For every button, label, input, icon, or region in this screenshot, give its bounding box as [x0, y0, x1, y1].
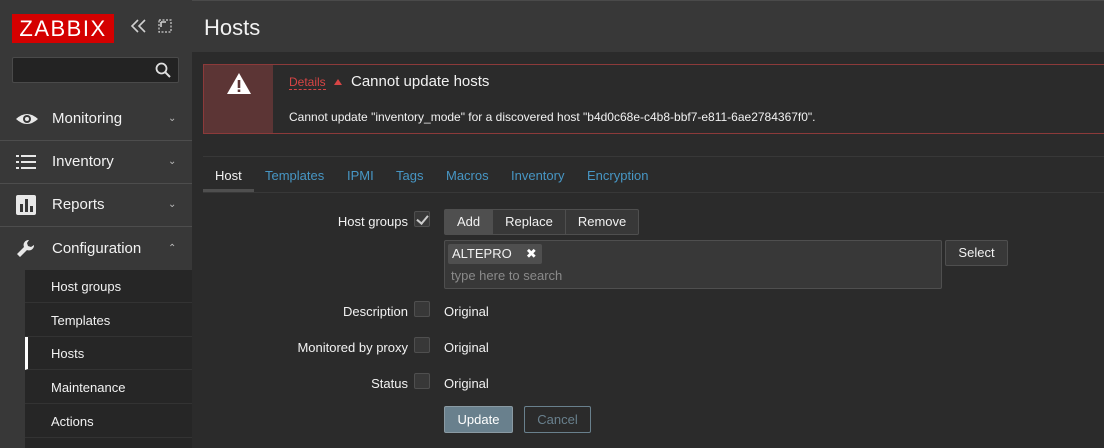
error-detail-message: Cannot update "inventory_mode" for a dis…: [289, 110, 816, 124]
host-groups-label: Host groups: [337, 214, 408, 229]
multiselect-search-input[interactable]: type here to search: [451, 268, 562, 283]
error-icon-area: [204, 65, 273, 133]
error-title: Cannot update hosts: [351, 73, 490, 90]
tab-host[interactable]: Host: [215, 168, 242, 183]
eye-icon: [15, 108, 38, 130]
error-message-box: Details Cannot update hosts Cannot updat…: [203, 64, 1104, 134]
remove-button[interactable]: Remove: [564, 210, 638, 234]
description-label: Description: [342, 304, 408, 319]
host-groups-action-segmented: Add Replace Remove: [444, 209, 640, 235]
fullscreen-icon[interactable]: [157, 18, 173, 39]
host-groups-multiselect[interactable]: ALTEPRO ✖ type here to search: [444, 240, 942, 289]
menu-inventory[interactable]: Inventory ⌄: [0, 140, 192, 183]
add-button[interactable]: Add: [445, 210, 493, 234]
chevron-down-icon: ⌄: [168, 199, 177, 210]
submenu-templates[interactable]: Templates: [25, 304, 192, 337]
wrench-icon: [15, 238, 37, 260]
menu-reports-label: Reports: [52, 196, 105, 213]
configuration-submenu: Host groups Templates Hosts Maintenance …: [25, 270, 192, 448]
replace-button[interactable]: Replace: [492, 210, 565, 234]
cancel-button[interactable]: Cancel: [524, 406, 591, 433]
selected-group-tag: ALTEPRO ✖: [448, 244, 542, 264]
submenu-actions[interactable]: Actions: [25, 405, 192, 438]
tag-label: ALTEPRO: [452, 246, 512, 261]
chevron-up-icon: ⌃: [168, 243, 177, 254]
tab-inventory[interactable]: Inventory: [511, 168, 564, 183]
sidebar: ZABBIX Monitoring ⌄ Inventory ⌄ Reports …: [0, 0, 192, 448]
page-title: Hosts: [204, 15, 261, 40]
page-header: Hosts: [192, 0, 1104, 52]
status-checkbox[interactable]: [414, 373, 430, 389]
tab-ipmi[interactable]: IPMI: [347, 168, 374, 183]
chevron-down-icon: ⌄: [168, 113, 177, 124]
tab-macros[interactable]: Macros: [446, 168, 489, 183]
description-checkbox[interactable]: [414, 301, 430, 317]
menu-monitoring-label: Monitoring: [52, 110, 123, 127]
menu-reports[interactable]: Reports ⌄: [0, 183, 192, 226]
sidebar-search-input[interactable]: [12, 57, 179, 83]
app: ZABBIX Monitoring ⌄ Inventory ⌄ Reports …: [0, 0, 1104, 448]
status-label: Status: [371, 376, 408, 391]
proxy-label: Monitored by proxy: [297, 340, 408, 355]
submenu-maintenance[interactable]: Maintenance: [25, 371, 192, 404]
chevron-down-icon: ⌄: [168, 156, 177, 167]
collapse-sidebar-icon[interactable]: [130, 18, 148, 39]
host-groups-checkbox[interactable]: [414, 211, 430, 227]
tab-tags[interactable]: Tags: [396, 168, 423, 183]
bar-chart-icon: [15, 194, 37, 216]
active-tab-indicator: [203, 189, 254, 192]
warning-icon: [226, 72, 252, 96]
menu-inventory-label: Inventory: [52, 153, 114, 170]
status-original: Original: [444, 376, 489, 391]
submenu-host-groups[interactable]: Host groups: [25, 270, 192, 303]
tab-encryption[interactable]: Encryption: [587, 168, 648, 183]
arrow-up-icon[interactable]: [334, 79, 342, 85]
list-icon: [15, 151, 37, 173]
mass-update-form: Host Templates IPMI Tags Macros Inventor…: [203, 156, 1104, 448]
menu-configuration-label: Configuration: [52, 240, 142, 257]
menu-monitoring[interactable]: Monitoring ⌄: [0, 97, 192, 140]
details-link[interactable]: Details: [289, 75, 326, 90]
description-original: Original: [444, 304, 489, 319]
error-body: Details Cannot update hosts Cannot updat…: [273, 65, 1104, 133]
main-content: Hosts Details Cannot update hosts Cannot…: [192, 0, 1104, 448]
menu-configuration[interactable]: Configuration ⌃: [0, 227, 192, 270]
submenu-hosts[interactable]: Hosts: [25, 337, 192, 370]
select-button[interactable]: Select: [945, 240, 1008, 266]
tab-templates[interactable]: Templates: [265, 168, 324, 183]
update-button[interactable]: Update: [444, 406, 513, 433]
proxy-checkbox[interactable]: [414, 337, 430, 353]
zabbix-logo[interactable]: ZABBIX: [12, 14, 114, 43]
remove-tag-icon[interactable]: ✖: [526, 244, 537, 264]
proxy-original: Original: [444, 340, 489, 355]
search-icon[interactable]: [154, 61, 172, 79]
tab-bar: Host Templates IPMI Tags Macros Inventor…: [203, 157, 1104, 193]
